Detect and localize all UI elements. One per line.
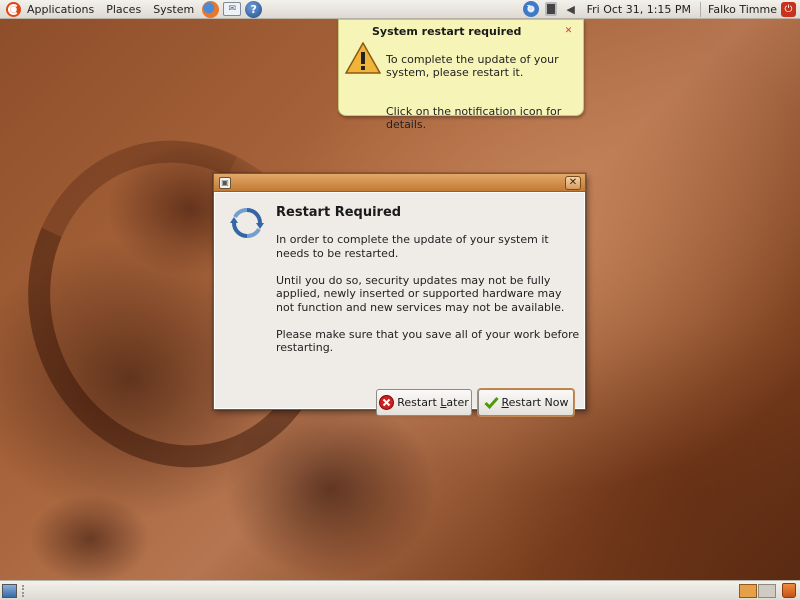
network-icon-wrap[interactable] (543, 1, 559, 17)
panel-separator (700, 1, 702, 17)
system-menu[interactable]: System (147, 0, 200, 19)
checkmark-icon (483, 397, 499, 410)
dialog-paragraph-3: Please make sure that you save all of yo… (276, 327, 580, 355)
restart-later-label: Restart Later (397, 396, 469, 409)
places-menu[interactable]: Places (100, 0, 147, 19)
restart-required-dialog: ▣ ✕ Restart Required In order to complet… (213, 173, 586, 416)
help-icon[interactable]: ? (245, 0, 263, 18)
top-panel: Applications Places System ✉ ? ↻ ◀︎ Fri … (0, 0, 800, 19)
dialog-paragraph-2: Until you do so, security updates may no… (276, 273, 565, 314)
workspace-switcher-icon[interactable] (739, 583, 757, 598)
window-menu-icon[interactable]: ▣ (219, 177, 231, 189)
firefox-icon[interactable] (202, 0, 220, 18)
restart-later-button[interactable]: Restart Later (376, 389, 472, 416)
dialog-text: In order to complete the update of your … (276, 233, 581, 368)
notification-close-icon[interactable]: ✕ (564, 27, 573, 36)
applications-menu-label: Applications (27, 2, 95, 16)
notification-title: System restart required (372, 25, 522, 38)
notification-body-2: Click on the notification icon for detai… (386, 105, 562, 131)
user-switcher[interactable]: Falko Timme (704, 3, 781, 16)
trash-icon[interactable] (782, 583, 796, 598)
dialog-close-button[interactable]: ✕ (565, 176, 581, 190)
restart-now-button[interactable]: Restart Now (478, 389, 574, 416)
show-desktop-icon[interactable] (2, 583, 17, 598)
clock[interactable]: Fri Oct 31, 1:15 PM (581, 3, 697, 16)
restart-icon (230, 208, 264, 238)
dialog-content: Restart Required In order to complete th… (214, 192, 585, 416)
shutdown-icon[interactable]: ⏻ (781, 1, 796, 17)
applications-menu[interactable]: Applications (0, 0, 100, 19)
restart-now-label: Restart Now (501, 396, 569, 409)
bottom-panel (0, 580, 800, 600)
warning-icon (345, 42, 381, 74)
workspace-2-icon[interactable] (758, 583, 776, 598)
notification-bubble[interactable]: System restart required ✕ To complete th… (338, 19, 584, 131)
dialog-heading: Restart Required (276, 205, 402, 220)
dialog-paragraph-1: In order to complete the update of your … (276, 233, 549, 260)
notification-body: To complete the update of your system, p… (386, 40, 576, 157)
dialog-titlebar[interactable]: ▣ ✕ (214, 174, 585, 192)
evolution-mail-icon[interactable]: ✉ (223, 2, 242, 16)
network-icon (544, 2, 557, 16)
volume-icon[interactable]: ◀︎ (563, 1, 579, 17)
ubuntu-logo-icon (6, 1, 21, 17)
panel-grip[interactable] (22, 584, 26, 597)
notification-body-1: To complete the update of your system, p… (386, 53, 559, 79)
update-notifier-icon[interactable]: ↻ (522, 1, 539, 17)
cancel-icon (379, 395, 395, 410)
